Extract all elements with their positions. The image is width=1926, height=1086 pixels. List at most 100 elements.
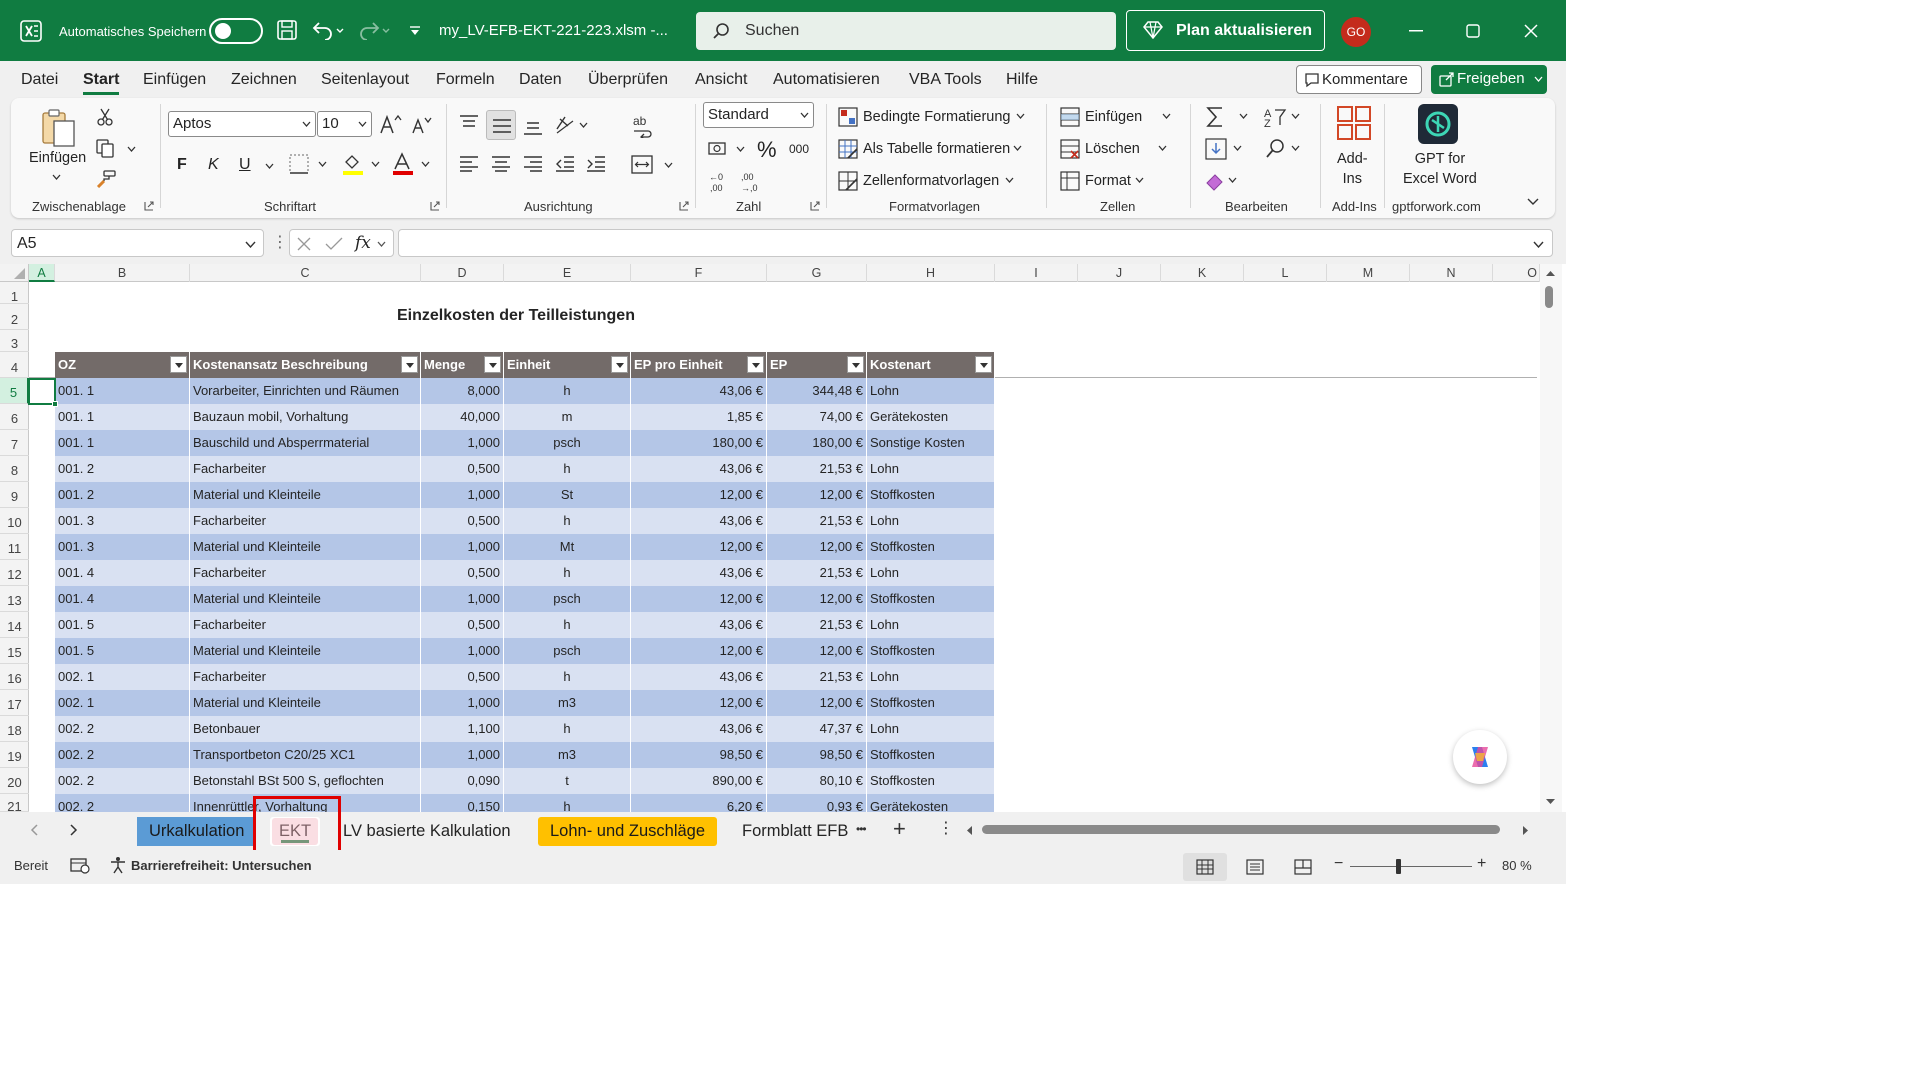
menu-seitenlayout[interactable]: Seitenlayout: [321, 71, 409, 89]
table-cell-einheit[interactable]: h: [504, 612, 631, 638]
column-header-c[interactable]: C: [190, 264, 421, 282]
font-name-select[interactable]: Aptos: [168, 111, 316, 137]
table-cell-einheit[interactable]: psch: [504, 586, 631, 612]
column-header-i[interactable]: I: [995, 264, 1078, 282]
table-cell-menge[interactable]: 0,500: [421, 560, 504, 586]
table-cell-menge[interactable]: 0,500: [421, 664, 504, 690]
table-cell-beschreibung[interactable]: Bauschild und Absperrmaterial: [190, 430, 421, 456]
horizontal-scroll-thumb[interactable]: [982, 825, 1500, 834]
table-cell-kostenart[interactable]: Lohn: [867, 560, 995, 586]
table-header-ep[interactable]: EP: [767, 352, 867, 378]
page-layout-view-icon[interactable]: [1246, 859, 1264, 875]
horizontal-scrollbar[interactable]: [960, 819, 1540, 841]
menu-daten[interactable]: Daten: [519, 71, 562, 89]
number-format-select[interactable]: Standard: [703, 102, 814, 128]
column-header-k[interactable]: K: [1161, 264, 1244, 282]
table-cell-ep[interactable]: 74,00 €: [767, 404, 867, 430]
table-cell-kostenart[interactable]: Sonstige Kosten: [867, 430, 995, 456]
table-cell-ep[interactable]: 344,48 €: [767, 378, 867, 404]
row-header-8[interactable]: 8: [0, 456, 29, 482]
worksheet-grid[interactable]: A B C D E F G H I J K L M N O 1 2 3 4 5 …: [0, 264, 1566, 814]
macro-recording-icon[interactable]: [70, 856, 90, 874]
table-cell-oz[interactable]: 001. 1: [55, 378, 190, 404]
table-cell-menge[interactable]: 1,000: [421, 638, 504, 664]
table-cell-menge[interactable]: 0,500: [421, 612, 504, 638]
row-header-13[interactable]: 13: [0, 586, 29, 612]
row-header-4[interactable]: 4: [0, 352, 29, 378]
cell-styles-icon[interactable]: [838, 171, 858, 191]
table-cell-ep[interactable]: 21,53 €: [767, 664, 867, 690]
table-header-menge[interactable]: Menge: [421, 352, 504, 378]
column-header-d[interactable]: D: [421, 264, 504, 282]
chevron-down-icon[interactable]: [52, 174, 61, 180]
table-cell-ep[interactable]: 12,00 €: [767, 638, 867, 664]
column-header-g[interactable]: G: [767, 264, 867, 282]
row-header-3[interactable]: 3: [0, 330, 29, 352]
table-cell-menge[interactable]: 1,000: [421, 742, 504, 768]
zoom-out-button[interactable]: −: [1334, 855, 1343, 873]
underline-button[interactable]: U: [239, 156, 251, 174]
filter-dropdown-icon[interactable]: [484, 356, 501, 373]
table-cell-einheit[interactable]: m3: [504, 742, 631, 768]
table-cell-ep-pro-einheit[interactable]: 890,00 €: [631, 768, 767, 794]
table-cell-ep-pro-einheit[interactable]: 43,06 €: [631, 456, 767, 482]
menu-automatisieren[interactable]: Automatisieren: [773, 71, 880, 89]
filter-dropdown-icon[interactable]: [611, 356, 628, 373]
copilot-button[interactable]: [1453, 730, 1507, 784]
sheet-tab-urkalkulation[interactable]: Urkalkulation: [137, 817, 257, 846]
decrease-indent-icon[interactable]: [555, 156, 575, 172]
chevron-down-icon[interactable]: [1013, 145, 1022, 151]
font-color-icon[interactable]: [392, 152, 432, 176]
table-cell-kostenart[interactable]: Stoffkosten: [867, 742, 995, 768]
table-cell-menge[interactable]: 8,000: [421, 378, 504, 404]
table-cell-oz[interactable]: 001. 3: [55, 534, 190, 560]
maximize-icon[interactable]: [1466, 24, 1480, 38]
table-header-einheit[interactable]: Einheit: [504, 352, 631, 378]
select-all-corner[interactable]: [0, 264, 29, 282]
more-sheets-button[interactable]: •••: [856, 822, 867, 836]
increase-font-icon[interactable]: [379, 114, 403, 134]
cell-styles-button[interactable]: Zellenformatvorlagen: [863, 173, 999, 189]
zoom-slider[interactable]: [1350, 866, 1472, 867]
table-cell-kostenart[interactable]: Lohn: [867, 378, 995, 404]
plan-update-button[interactable]: Plan aktualisieren: [1126, 10, 1325, 51]
italic-button[interactable]: K: [208, 156, 219, 174]
tab-options-handle[interactable]: ⋮: [938, 818, 954, 838]
orientation-icon[interactable]: [554, 113, 590, 135]
table-cell-ep[interactable]: 12,00 €: [767, 482, 867, 508]
table-cell-oz[interactable]: 001. 2: [55, 482, 190, 508]
table-cell-ep-pro-einheit[interactable]: 6,20 €: [631, 794, 767, 814]
accessibility-status[interactable]: Barrierefreiheit: Untersuchen: [131, 858, 312, 873]
insert-cells-button[interactable]: Einfügen: [1085, 109, 1142, 125]
chevron-down-icon[interactable]: [1162, 113, 1171, 119]
table-cell-ep-pro-einheit[interactable]: 1,85 €: [631, 404, 767, 430]
table-cell-oz[interactable]: 002. 2: [55, 716, 190, 742]
cut-icon[interactable]: [96, 108, 114, 126]
filter-dropdown-icon[interactable]: [847, 356, 864, 373]
redo-icon[interactable]: [357, 20, 393, 40]
table-cell-ep[interactable]: 47,37 €: [767, 716, 867, 742]
table-cell-oz[interactable]: 001. 4: [55, 586, 190, 612]
table-header-oz[interactable]: OZ: [55, 352, 190, 378]
menu-ansicht[interactable]: Ansicht: [695, 71, 747, 89]
row-header-19[interactable]: 19: [0, 742, 29, 768]
table-cell-ep[interactable]: 12,00 €: [767, 586, 867, 612]
add-ins-icon[interactable]: [1336, 105, 1372, 141]
table-cell-kostenart[interactable]: Stoffkosten: [867, 768, 995, 794]
align-right-icon[interactable]: [523, 156, 543, 172]
dialog-launcher-icon[interactable]: [430, 201, 440, 211]
table-cell-oz[interactable]: 001. 3: [55, 508, 190, 534]
dialog-launcher-icon[interactable]: [679, 201, 689, 211]
menu-start[interactable]: Start: [83, 71, 119, 89]
table-cell-einheit[interactable]: h: [504, 456, 631, 482]
table-cell-ep-pro-einheit[interactable]: 12,00 €: [631, 534, 767, 560]
vertical-scroll-thumb[interactable]: [1545, 286, 1553, 308]
fill-down-icon[interactable]: [1205, 138, 1251, 160]
menu-vba-tools[interactable]: VBA Tools: [909, 71, 982, 89]
table-cell-kostenart[interactable]: Stoffkosten: [867, 638, 995, 664]
formula-input[interactable]: [398, 229, 1553, 257]
sheet-tab-lv-kalkulation[interactable]: LV basierte Kalkulation: [331, 817, 523, 846]
table-cell-einheit[interactable]: t: [504, 768, 631, 794]
row-header-21[interactable]: 21: [0, 794, 29, 812]
table-cell-ep-pro-einheit[interactable]: 12,00 €: [631, 690, 767, 716]
